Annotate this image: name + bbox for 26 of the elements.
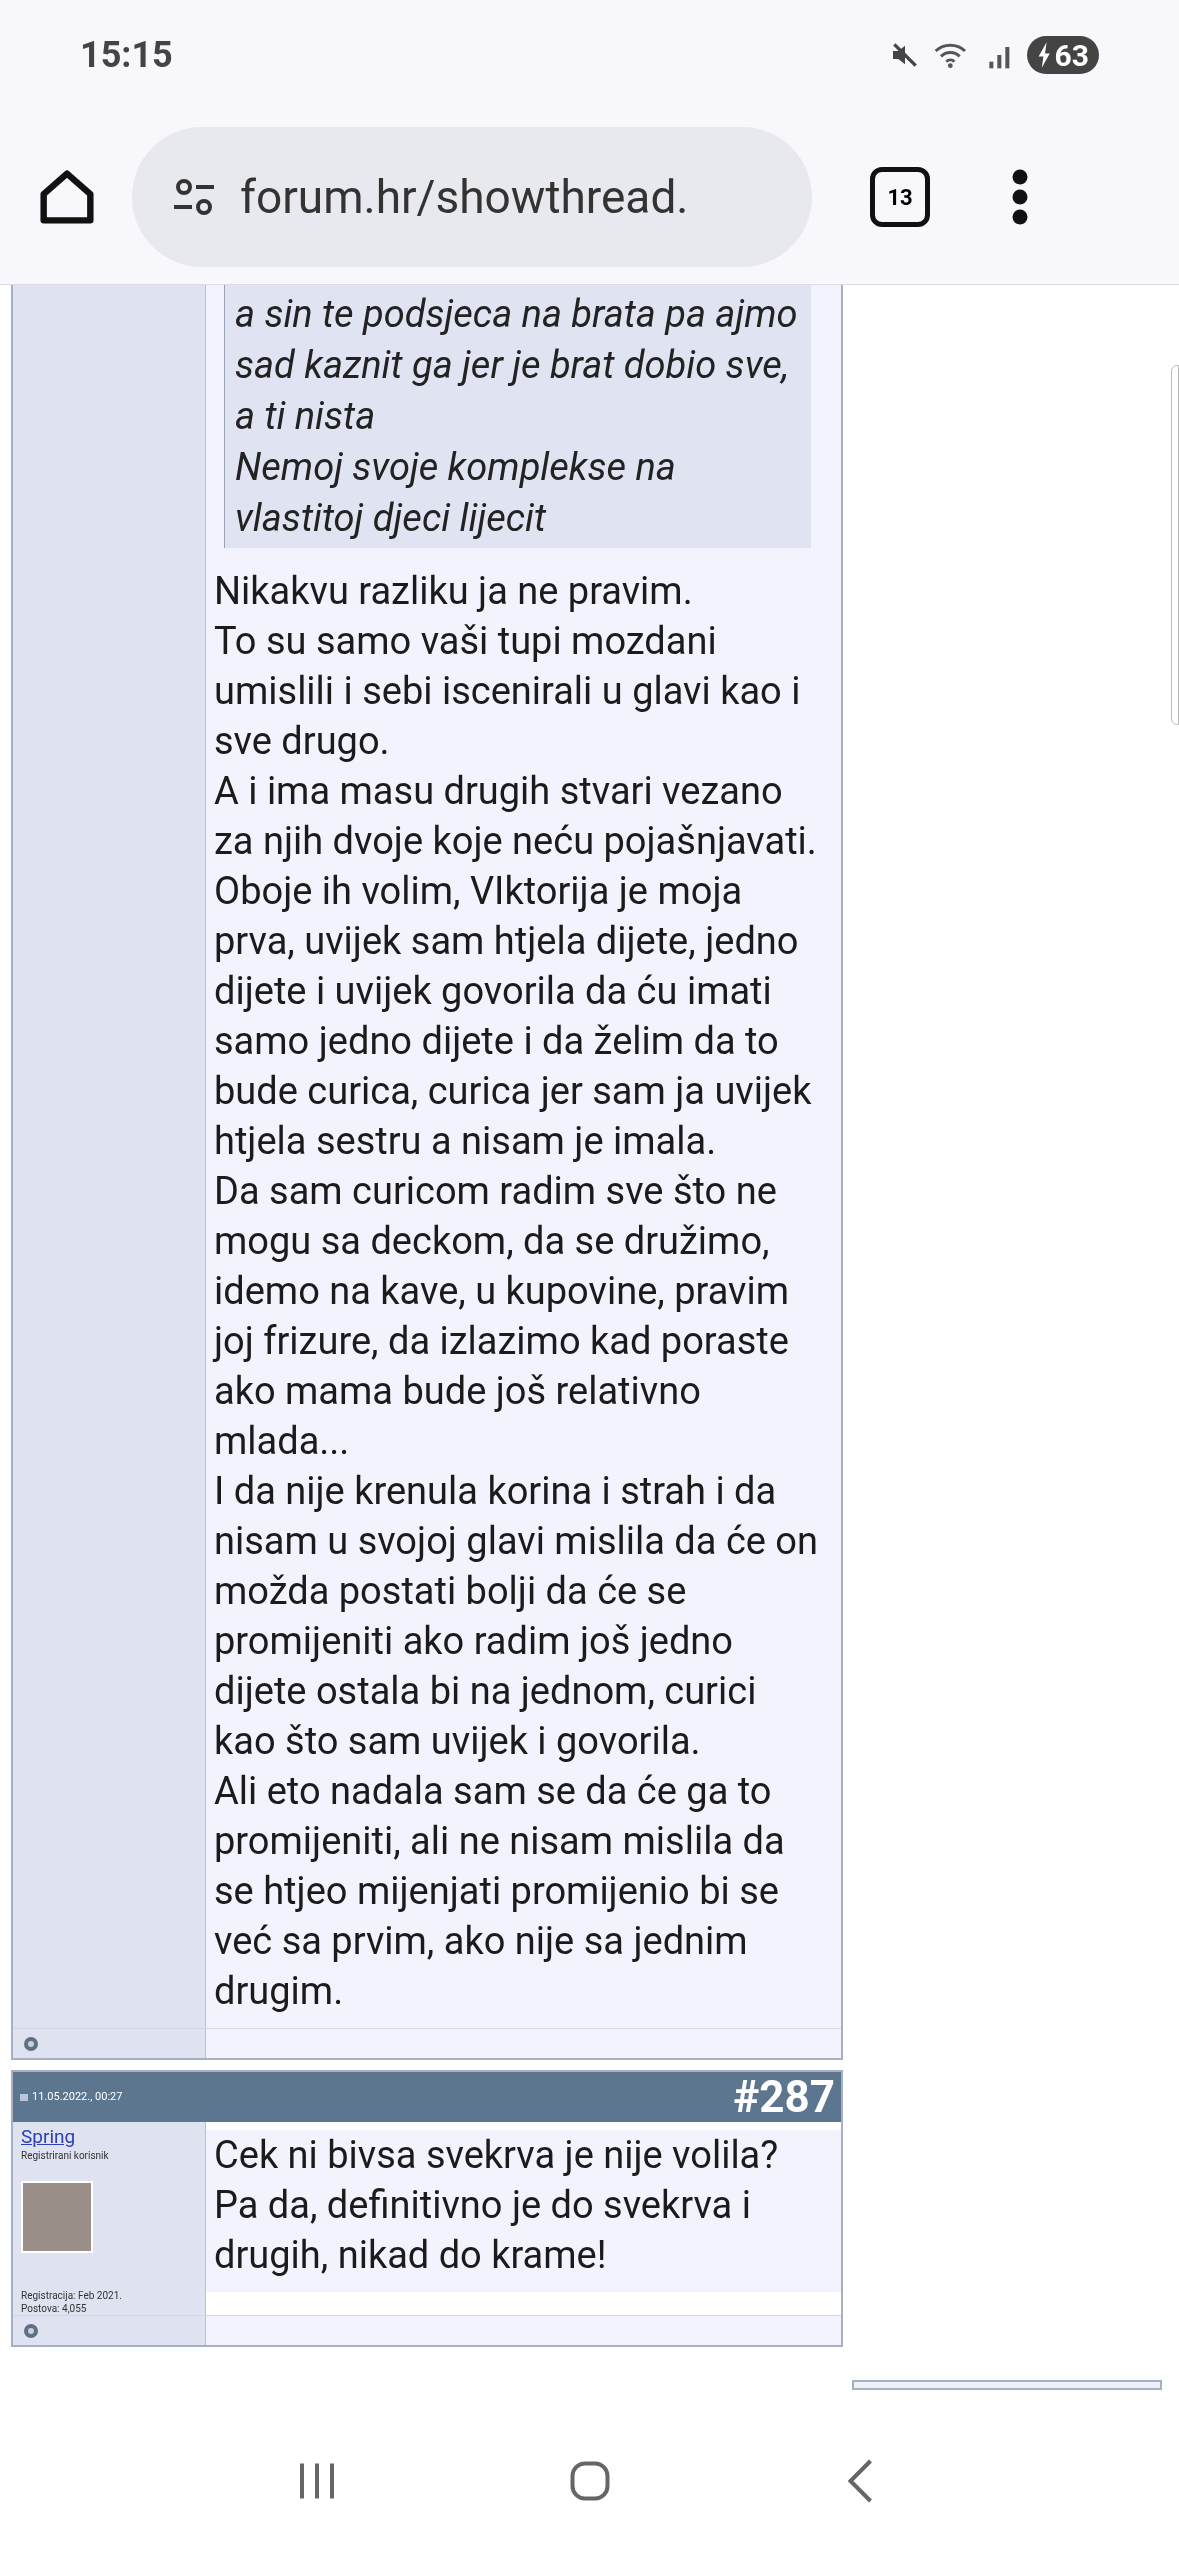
tab-count-button[interactable]: 13 bbox=[870, 167, 930, 227]
user-rank: Registrirani korisnik bbox=[21, 2149, 110, 2163]
post-icon bbox=[19, 2092, 29, 2102]
url-text: forum.hr/showthread. bbox=[240, 168, 689, 226]
status-dot-icon bbox=[23, 2035, 39, 2052]
post-text: Nikakvu razliku ja ne pravim. bbox=[214, 568, 694, 615]
quote-text: a sin te podsjeca na brata pa ajmo sad kaznit ga jer je brat dobio sve, a ti nista bbox=[235, 291, 799, 440]
quote-text: Nemoj svoje komplekse na vlastitoj djeci lijecit bbox=[235, 444, 677, 542]
post-text: To su samo vaši tupi mozdani umislili i sebi iscenirali u glavi kao i sve drugo. bbox=[214, 618, 802, 765]
post-text: I da nije krenula korina i strah i da nisam u svojoj glavi mislila da će on možda postati bolji da će se promijeniti ako radim još jedno dijete ostala bi na jednom, curici kao što sam uvijek i govorila. bbox=[214, 1468, 819, 1765]
user-post-count: Postova: 4,055 bbox=[21, 2302, 88, 2315]
battery-indicator: 63 bbox=[1026, 36, 1099, 74]
charging-icon bbox=[1036, 42, 1053, 68]
username-link[interactable]: Spring bbox=[21, 2126, 197, 2148]
user-joined: Registracija: Feb 2021. bbox=[21, 2289, 123, 2302]
address-bar[interactable]: forum.hr/showthread. bbox=[132, 127, 812, 267]
post-text: Cek ni bivsa svekrva je nije volila? Pa da, definitivno je do svekrva i drugih, nikad do krame! bbox=[214, 2132, 780, 2279]
avatar-placeholder bbox=[21, 2181, 93, 2253]
post-date: 11.05.2022., 00:27 bbox=[32, 2088, 123, 2105]
post-text: Oboje ih volim, VIktorija je moja prva, uvijek sam htjela dijete, jedno dijete i uvijek govorila da ću imati samo jedno dijete i da želim da to bude curica, curica jer sam ja uvijek htjela sestru a nisam je imala. bbox=[214, 868, 813, 1165]
post-text: Da sam curicom radim sve što ne mogu sa deckom, da se družimo, idemo na kave, u kupovine, pravim joj frizure, da izlazimo kad poraste ako mama bude još relativno mlada... bbox=[214, 1168, 791, 1465]
status-time: 15:15 bbox=[80, 33, 173, 78]
post-text: A i ima masu drugih stvari vezano za njih dvoje koje neću pojašnjavati. bbox=[214, 768, 818, 865]
post-text: Ali eto nadala sam se da će ga to promijeniti, ali ne nisam mislila da se htjeo mijenjati promijenio bi se već sa prvim, ako nije sa jednim drugim. bbox=[214, 1768, 786, 2015]
status-dot-icon bbox=[23, 2322, 39, 2339]
post-number-link[interactable]: #287 bbox=[733, 2064, 835, 2130]
